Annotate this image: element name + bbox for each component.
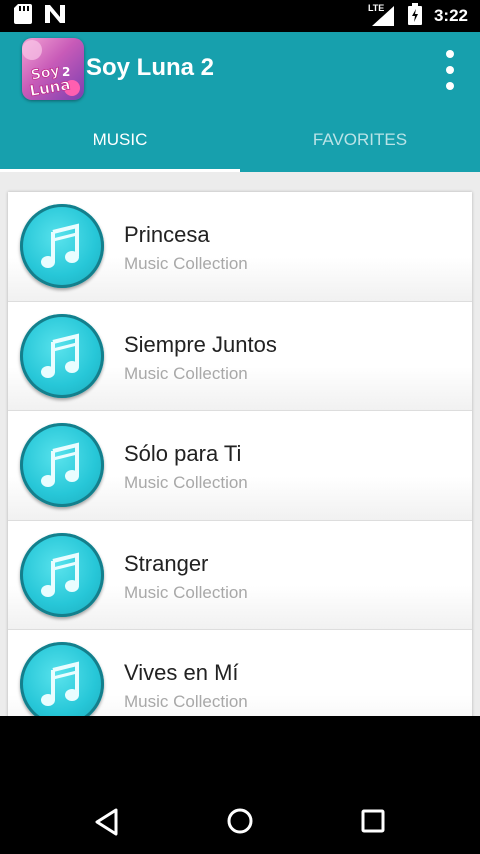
- app-logo: Soy Luna 2: [22, 38, 84, 100]
- song-subtitle: Music Collection: [124, 582, 248, 602]
- song-title: Siempre Juntos: [124, 331, 277, 357]
- song-title: Princesa: [124, 222, 210, 247]
- tab-music[interactable]: MUSIC: [0, 108, 240, 172]
- recents-icon[interactable]: [361, 809, 385, 838]
- menu-dot-icon: [446, 50, 454, 58]
- song-subtitle: Music Collection: [124, 692, 248, 711]
- song-list-item[interactable]: Stranger Music Collection: [8, 520, 472, 630]
- song-title: Stranger: [124, 550, 209, 576]
- svg-text:2: 2: [62, 65, 70, 79]
- song-list-item[interactable]: Princesa Music Collection: [8, 192, 472, 302]
- network-type-label: LTE: [367, 3, 385, 13]
- menu-dot-icon: [446, 66, 454, 74]
- song-title: Sólo para Ti: [124, 441, 242, 466]
- status-time: 3:22: [433, 6, 468, 25]
- song-title: Vives en Mí: [124, 660, 239, 685]
- notification-n-icon: [44, 4, 66, 29]
- song-list: Princesa Music Collection Siempre Juntos…: [8, 192, 472, 716]
- status-bar: LTE 3:22: [0, 0, 480, 32]
- overflow-menu-button[interactable]: [438, 50, 462, 90]
- tab-favorites[interactable]: FAVORITES: [240, 108, 480, 172]
- content-area: Princesa Music Collection Siempre Juntos…: [0, 172, 480, 716]
- song-list-item[interactable]: Siempre Juntos Music Collection: [8, 301, 472, 411]
- home-icon[interactable]: [226, 807, 254, 840]
- screen: LTE 3:22 Soy Luna 2 Soy Luna 2 MUSIC FAV…: [0, 0, 480, 854]
- app-title: Soy Luna 2: [86, 54, 215, 81]
- song-list-item[interactable]: Vives en Mí Music Collection: [8, 630, 472, 716]
- song-subtitle: Music Collection: [124, 363, 248, 383]
- signal-icon: LTE: [367, 3, 396, 27]
- navigation-bar: [0, 716, 480, 854]
- back-icon[interactable]: [94, 808, 120, 841]
- song-list-item[interactable]: Sólo para Ti Music Collection: [8, 411, 472, 521]
- song-subtitle: Music Collection: [124, 254, 248, 273]
- battery-icon: [407, 2, 422, 30]
- music-note-icon: [20, 313, 104, 398]
- music-note-icon: [20, 423, 104, 507]
- sd-card-icon: [14, 3, 32, 29]
- music-note-icon: [20, 204, 104, 288]
- toolbar: Soy Luna 2 Soy Luna 2: [0, 32, 480, 108]
- menu-dot-icon: [446, 82, 454, 90]
- song-subtitle: Music Collection: [124, 473, 248, 492]
- music-note-icon: [20, 532, 104, 617]
- music-note-icon: [20, 642, 104, 716]
- tab-bar: MUSIC FAVORITES: [0, 108, 480, 172]
- app-bar: Soy Luna 2 Soy Luna 2 MUSIC FAVORITES: [0, 32, 480, 172]
